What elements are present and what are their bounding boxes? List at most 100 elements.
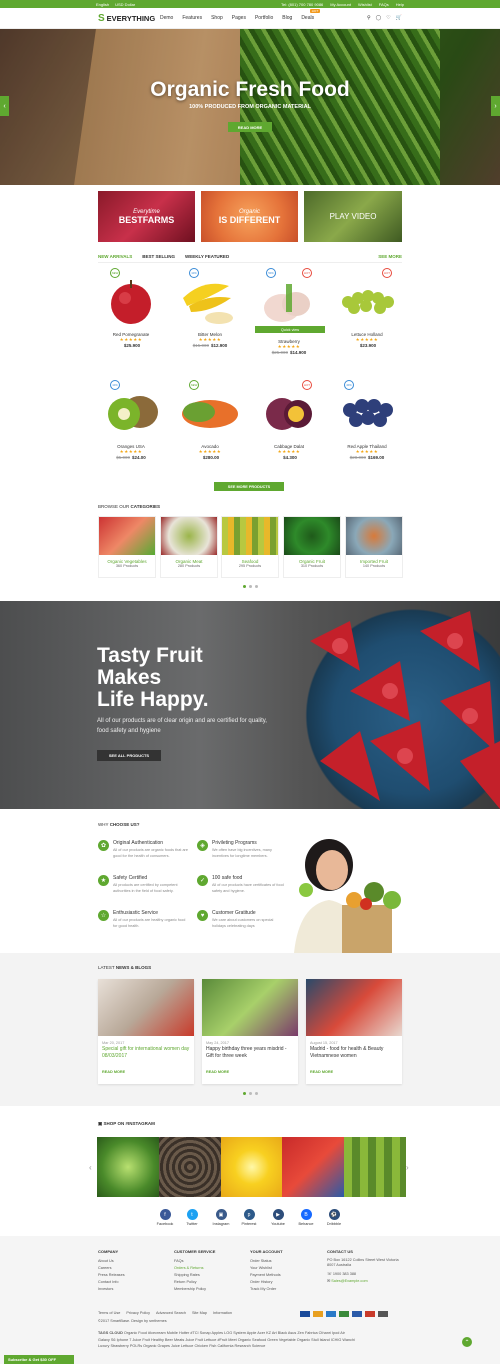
currency-select[interactable]: USD Dollar bbox=[115, 2, 135, 7]
read-more-link[interactable]: READ MORE bbox=[310, 1070, 398, 1074]
instagram-icon: ▣ bbox=[98, 1121, 103, 1126]
instagram-photo[interactable] bbox=[159, 1137, 221, 1197]
user-icon[interactable]: ◯ bbox=[376, 15, 382, 21]
nav-blog[interactable]: Blog bbox=[282, 15, 292, 21]
category-card[interactable]: Organic Vegetables 360 Products bbox=[98, 516, 156, 578]
social-dribbble[interactable]: ⚽ Dribbble bbox=[319, 1209, 349, 1226]
social-facebook[interactable]: f Facebook bbox=[150, 1209, 180, 1226]
faqs-link[interactable]: FAQs bbox=[379, 2, 389, 7]
tab-new-arrivals[interactable]: NEW ARRIVALS bbox=[98, 254, 132, 259]
read-more-link[interactable]: READ MORE bbox=[206, 1070, 294, 1074]
social-instagram[interactable]: ▣ Instagram bbox=[206, 1209, 236, 1226]
strawberries-image bbox=[310, 611, 500, 809]
product-card[interactable]: 10% Bitter Melon ★★★★★ $15.000 $12.900 bbox=[179, 268, 241, 348]
news-pagination[interactable] bbox=[243, 1092, 258, 1095]
feature-item: ✓ 100 safe food All of our products have c… bbox=[197, 875, 287, 894]
instagram-social-icon: ▣ bbox=[215, 1209, 227, 1220]
payment-icons bbox=[300, 1311, 388, 1317]
nav-features[interactable]: Features bbox=[182, 15, 202, 21]
see-more-link[interactable]: SEE MORE bbox=[378, 254, 402, 259]
product-card[interactable]: 40% Red Apple Thailand ★★★★★ $28.000 $169… bbox=[336, 380, 398, 460]
social-twitter[interactable]: t Twitter bbox=[177, 1209, 207, 1226]
product-card[interactable]: HOT Lettuce Holland ★★★★★ $23.900 bbox=[336, 268, 398, 348]
hero-prev-arrow-icon[interactable]: ‹ bbox=[0, 96, 9, 116]
nav-shop[interactable]: Shop bbox=[211, 15, 223, 21]
nav-portfolio[interactable]: Portfolio bbox=[255, 15, 273, 21]
product-card[interactable]: 10% Oranges USA ★★★★★ $5.000 $24.00 bbox=[100, 380, 162, 460]
my-account-link[interactable]: My Account bbox=[330, 2, 351, 7]
mastercard-icon bbox=[313, 1311, 323, 1317]
paypal-icon bbox=[352, 1311, 362, 1317]
banner-video[interactable]: PLAY VIDEO bbox=[304, 191, 402, 242]
product-card[interactable]: HOT Cabbage Dalat ★★★★★ $4.300 bbox=[258, 380, 320, 460]
product-badge: 10% bbox=[110, 380, 120, 390]
product-price: $25.900 bbox=[123, 343, 141, 348]
nav-demo[interactable]: Demo bbox=[160, 15, 173, 21]
news-card[interactable]: Mar 20, 2017 Special gift for internation… bbox=[98, 979, 194, 1084]
feature-item: ★ Safety Certified All products are certif… bbox=[98, 875, 188, 894]
language-select[interactable]: English bbox=[96, 2, 109, 7]
check-icon: ✓ bbox=[197, 875, 208, 886]
category-card[interactable]: Organic Meat 280 Products bbox=[160, 516, 218, 578]
nav-deals[interactable]: Deals HOT bbox=[301, 9, 321, 21]
tags-cloud: TAGS CLOUD Organic Food #Icecream Mobile… bbox=[98, 1331, 355, 1348]
hero-subtitle: 100% PRODUCED FROM ORGANIC MATERIAL bbox=[189, 104, 311, 110]
twitter-icon: t bbox=[186, 1209, 198, 1220]
feature-item: ✿ Original Authentication All of our produ… bbox=[98, 840, 188, 859]
instagram-title: ▣ SHOP ON #INSTAGRAM bbox=[98, 1121, 155, 1126]
category-card[interactable]: Imported Fruit 140 Products bbox=[345, 516, 403, 578]
instagram-photo[interactable] bbox=[221, 1137, 283, 1197]
hero-next-arrow-icon[interactable]: › bbox=[491, 96, 500, 116]
categories-pagination[interactable] bbox=[243, 585, 258, 588]
instagram-photo[interactable] bbox=[344, 1137, 406, 1197]
deals-badge: HOT bbox=[309, 9, 321, 13]
product-price: $25.000 $14.900 bbox=[271, 350, 307, 355]
see-more-products-button[interactable]: SEE MORE PRODUCTS bbox=[214, 482, 284, 491]
categories-title: BROWSE OUR CATEGORIES bbox=[98, 504, 160, 509]
tab-best-selling[interactable]: BEST SELLING bbox=[142, 254, 175, 259]
logo[interactable]: S EVERYTHING bbox=[98, 13, 160, 24]
category-card[interactable]: Organic Fruit 310 Products bbox=[283, 516, 341, 578]
subscribe-bar[interactable]: Subscribe & Get $30 OFF bbox=[4, 1355, 74, 1364]
discover-icon bbox=[339, 1311, 349, 1317]
woman-with-groceries-image bbox=[294, 839, 401, 953]
product-card[interactable]: NEW Avocado ★★★★★ $280.00 bbox=[179, 380, 241, 460]
news-card[interactable]: May 24, 2017 Happy birthday three years m… bbox=[202, 979, 298, 1084]
phone-icon: ☏ bbox=[327, 1272, 332, 1276]
nav-pages[interactable]: Pages bbox=[232, 15, 246, 21]
main-nav: Demo Features Shop Pages Portfolio Blog … bbox=[160, 9, 367, 21]
wishlist-icon[interactable]: ♡ bbox=[386, 15, 390, 21]
instagram-photo[interactable] bbox=[282, 1137, 344, 1197]
promo-text: All of our products are of clear origin … bbox=[97, 718, 267, 734]
see-all-products-button[interactable]: SEE ALL PRODUCTS bbox=[97, 750, 161, 761]
certificate-icon: ★ bbox=[98, 875, 109, 886]
banner-bestfarms[interactable]: Everytime BESTFARMS bbox=[98, 191, 195, 242]
feature-item: ♥ Customer Gratitude We care about custome… bbox=[197, 910, 287, 929]
hero-read-more-button[interactable]: READ MORE bbox=[228, 122, 272, 132]
news-card[interactable]: August 15, 2017 Madrid - food for health … bbox=[306, 979, 402, 1084]
hero-title: Organic Fresh Food bbox=[150, 78, 350, 101]
product-badge: 40% bbox=[344, 380, 354, 390]
quick-view-button[interactable]: Quick view bbox=[255, 326, 325, 333]
cart-icon[interactable]: 🛒 bbox=[396, 15, 402, 21]
category-card[interactable]: Seafood 295 Products bbox=[221, 516, 279, 578]
search-icon[interactable]: ⚲ bbox=[367, 15, 371, 21]
social-youtube[interactable]: ▶ Youtube bbox=[263, 1209, 293, 1226]
instagram-photo[interactable] bbox=[97, 1137, 159, 1197]
read-more-link[interactable]: READ MORE bbox=[102, 1070, 190, 1074]
tab-weekly-featured[interactable]: WEEKLY FEATURED bbox=[185, 254, 229, 259]
social-behance[interactable]: B Behance bbox=[291, 1209, 321, 1226]
back-to-top-icon[interactable]: ⌃ bbox=[462, 1337, 472, 1347]
help-link[interactable]: Help bbox=[396, 2, 404, 7]
banner-organic[interactable]: Organic IS DIFFERENT bbox=[201, 191, 298, 242]
product-card[interactable]: NEW Red Pomegranate ★★★★★ $25.900 bbox=[100, 268, 162, 348]
instagram-next-icon[interactable]: › bbox=[406, 1163, 409, 1172]
feature-item: ◈ Privileting Programs We often have big i… bbox=[197, 840, 287, 859]
product-card[interactable]: 50% HOT Quick view Strawberry ★★★★★ $25.0… bbox=[255, 268, 325, 355]
social-pinterest[interactable]: p Pinterest bbox=[234, 1209, 264, 1226]
instagram-prev-icon[interactable]: ‹ bbox=[89, 1163, 92, 1172]
product-badge-hot: HOT bbox=[302, 268, 312, 278]
product-badge: HOT bbox=[382, 268, 392, 278]
kiwi-image bbox=[108, 396, 158, 430]
wishlist-link[interactable]: Wishlist bbox=[358, 2, 372, 7]
